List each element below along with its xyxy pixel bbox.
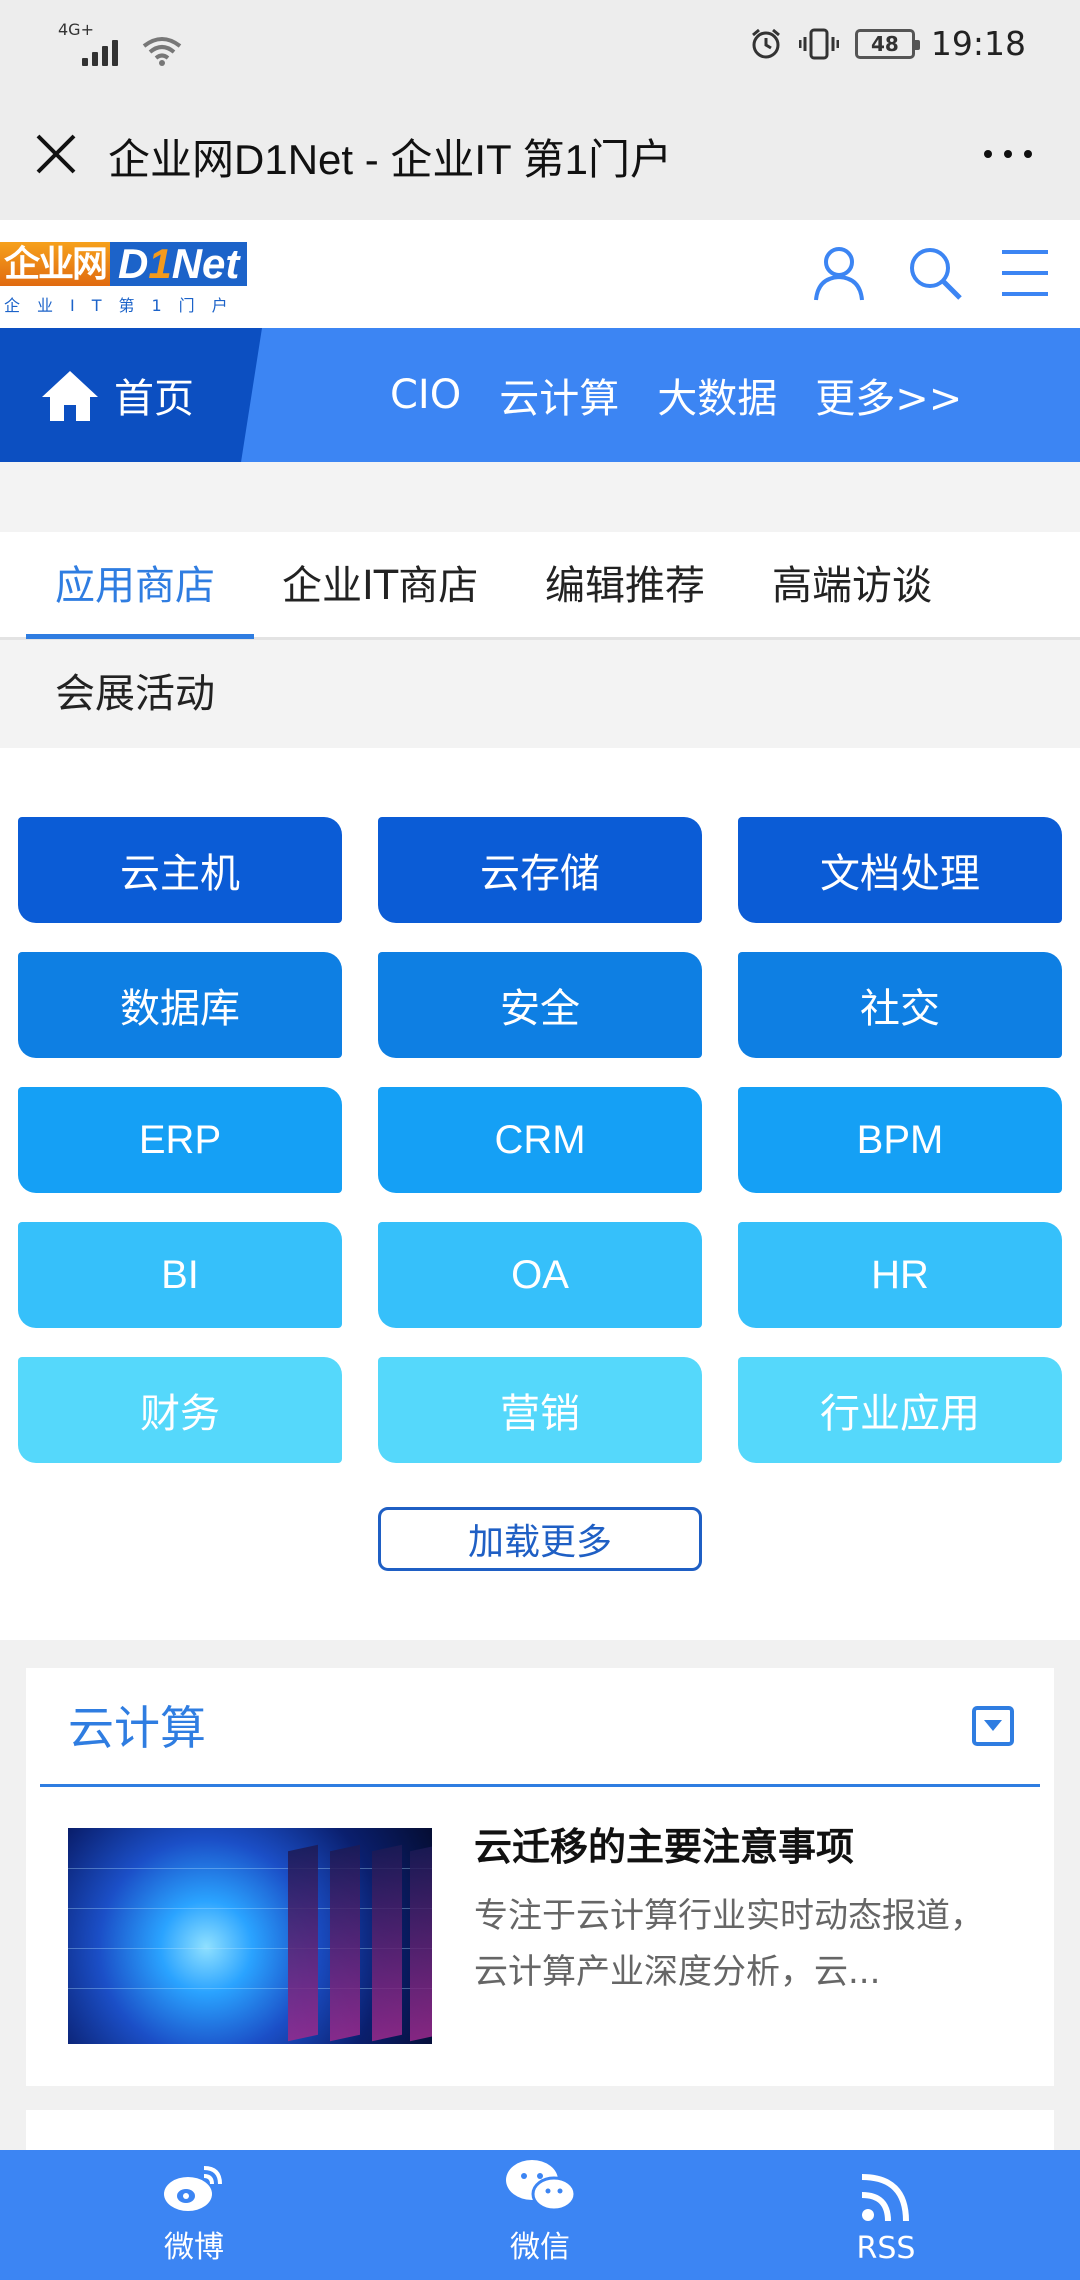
- site-logo[interactable]: 企业网 D1Net 企业IT第1门户: [0, 238, 300, 318]
- tab-app-store[interactable]: 应用商店: [55, 532, 215, 640]
- footer-weibo-label: 微博: [164, 2230, 224, 2265]
- page-title: 企业网D1Net - 企业IT 第1门户: [108, 136, 672, 183]
- cloud-section-card: 云计算 云迁移的主要注意事项 专注于云计算行业实时动态报道，云计算产业深度分析，…: [26, 1668, 1054, 2086]
- category-hr[interactable]: HR: [738, 1222, 1062, 1328]
- battery-icon: 48: [854, 28, 920, 59]
- nav-links: CIO 云计算 大数据 更多>>: [390, 328, 962, 462]
- category-security[interactable]: 安全: [378, 952, 702, 1058]
- nav-home[interactable]: 首页: [0, 328, 262, 462]
- close-icon[interactable]: [32, 130, 80, 178]
- tab-editor-picks[interactable]: 编辑推荐: [545, 532, 705, 640]
- category-social[interactable]: 社交: [738, 952, 1062, 1058]
- category-database[interactable]: 数据库: [18, 952, 342, 1058]
- user-icon[interactable]: [812, 244, 866, 302]
- tab-it-store[interactable]: 企业IT商店: [282, 532, 478, 640]
- status-right: 48 19:18: [749, 24, 1026, 63]
- footer-wechat[interactable]: 微信: [440, 2150, 640, 2280]
- footer-rss-label: RSS: [856, 2231, 916, 2266]
- category-marketing[interactable]: 营销: [378, 1357, 702, 1463]
- status-left: 4G+: [58, 20, 182, 66]
- nav-link-cio[interactable]: CIO: [390, 372, 461, 418]
- signal-icon: [82, 40, 118, 66]
- article-description: 专注于云计算行业实时动态报道，云计算产业深度分析，云...: [474, 1896, 984, 1992]
- browser-title-bar: 企业网D1Net - 企业IT 第1门户: [0, 90, 1080, 220]
- tab-bar-row2: 会展活动: [0, 640, 1080, 748]
- header-actions: [812, 244, 1054, 302]
- section-title[interactable]: 云计算: [68, 1692, 206, 1758]
- footer-rss[interactable]: RSS: [786, 2150, 986, 2280]
- category-crm[interactable]: CRM: [378, 1087, 702, 1193]
- section-expand-icon[interactable]: [972, 1706, 1014, 1746]
- footer-bar: 微博 微信 RSS: [0, 2150, 1080, 2280]
- nav-link-bigdata[interactable]: 大数据: [657, 366, 777, 424]
- vibrate-icon: [798, 28, 839, 59]
- category-bi[interactable]: BI: [18, 1222, 342, 1328]
- category-oa[interactable]: OA: [378, 1222, 702, 1328]
- tab-active-indicator: [26, 634, 254, 639]
- article-title[interactable]: 云迁移的主要注意事项: [474, 1816, 854, 1871]
- tab-events[interactable]: 会展活动: [55, 640, 215, 748]
- status-bar: 4G+ 48 19:18: [0, 0, 1080, 90]
- home-icon: [42, 371, 98, 421]
- section-divider: [40, 1784, 1040, 1787]
- search-icon[interactable]: [906, 244, 962, 302]
- logo-en-net: Net: [171, 240, 240, 287]
- battery-level: 48: [870, 31, 899, 56]
- category-cloud-host[interactable]: 云主机: [18, 817, 342, 923]
- category-finance[interactable]: 财务: [18, 1357, 342, 1463]
- logo-cn-text: 企业网: [0, 242, 111, 286]
- article-thumbnail[interactable]: [68, 1828, 432, 2044]
- clock: 19:18: [930, 24, 1026, 63]
- nav-link-cloud[interactable]: 云计算: [499, 366, 619, 424]
- category-industry-apps[interactable]: 行业应用: [738, 1357, 1062, 1463]
- wechat-icon: [506, 2160, 576, 2212]
- site-header: 企业网 D1Net 企业IT第1门户: [0, 220, 1080, 328]
- logo-en-text: D1Net: [110, 240, 248, 287]
- logo-en-d: D: [118, 240, 149, 287]
- rss-icon: [861, 2174, 909, 2222]
- alarm-icon: [751, 28, 780, 58]
- logo-subtitle: 企业IT第1门户: [4, 296, 245, 315]
- weibo-icon: [164, 2166, 222, 2211]
- category-erp[interactable]: ERP: [18, 1087, 342, 1193]
- wifi-icon: [142, 37, 182, 66]
- more-menu-button[interactable]: [984, 150, 1032, 158]
- category-cloud-storage[interactable]: 云存储: [378, 817, 702, 923]
- category-bpm[interactable]: BPM: [738, 1087, 1062, 1193]
- footer-weibo[interactable]: 微博: [94, 2150, 294, 2280]
- load-more-button[interactable]: 加载更多: [378, 1507, 702, 1571]
- main-nav: 首页 CIO 云计算 大数据 更多>>: [0, 328, 1080, 462]
- network-type: 4G+: [58, 20, 94, 39]
- logo-en-one: 1: [148, 240, 172, 287]
- menu-icon[interactable]: [1000, 244, 1054, 302]
- tab-interviews[interactable]: 高端访谈: [772, 532, 932, 640]
- category-doc-processing[interactable]: 文档处理: [738, 817, 1062, 923]
- divider-band-lower: [0, 506, 1080, 532]
- nav-link-more[interactable]: 更多>>: [815, 366, 962, 424]
- footer-wechat-label: 微信: [510, 2230, 570, 2265]
- tab-bar: 应用商店 企业IT商店 编辑推荐 高端访谈: [0, 532, 1080, 640]
- nav-home-label: 首页: [114, 376, 194, 422]
